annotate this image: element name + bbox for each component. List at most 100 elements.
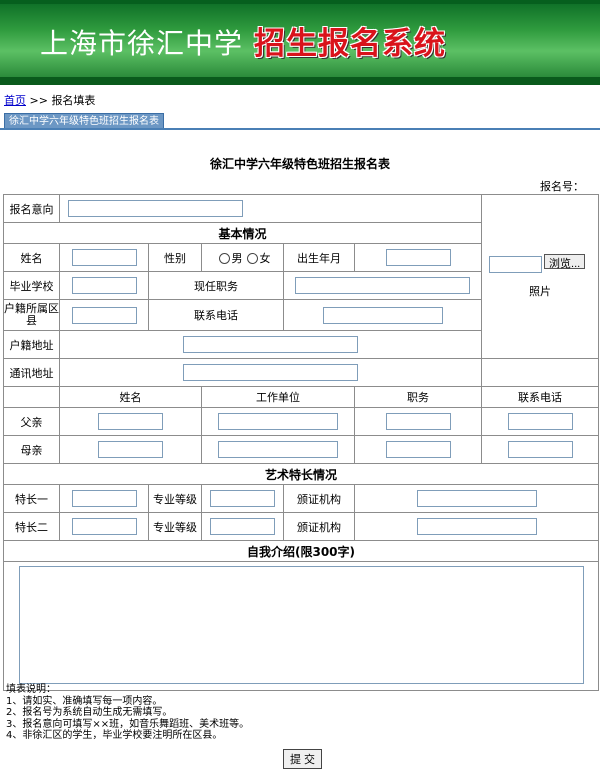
browse-button[interactable]: 浏览... bbox=[544, 254, 586, 270]
father-name-input[interactable] bbox=[98, 413, 163, 430]
school-label: 毕业学校 bbox=[3, 271, 60, 300]
breadcrumb-home-link[interactable]: 首页 bbox=[4, 94, 26, 107]
cert1-input[interactable] bbox=[416, 490, 537, 507]
level2-cell bbox=[201, 512, 284, 541]
mother-label: 母亲 bbox=[3, 435, 60, 464]
mailing-address-input[interactable] bbox=[183, 364, 358, 381]
address-cell bbox=[58, 330, 483, 359]
cert1-label: 颁证机构 bbox=[283, 484, 355, 513]
art-specialty-heading: 艺术特长情况 bbox=[2, 463, 600, 485]
district-cell bbox=[59, 299, 149, 331]
breadcrumb: 首页 >> 报名填表 bbox=[4, 92, 95, 108]
phone-cell bbox=[282, 299, 483, 331]
mother-work-cell bbox=[201, 435, 355, 464]
district-input[interactable] bbox=[71, 306, 137, 324]
breadcrumb-separator: >> bbox=[29, 94, 48, 107]
specialty2-cell bbox=[59, 512, 149, 541]
self-intro-heading: 自我介绍(限300字) bbox=[2, 540, 600, 562]
father-work-cell bbox=[201, 407, 355, 436]
specialty2-input[interactable] bbox=[71, 518, 137, 535]
student-name-input[interactable] bbox=[71, 249, 137, 266]
cert2-input[interactable] bbox=[416, 518, 537, 535]
name-label: 姓名 bbox=[3, 243, 60, 272]
gender-cell: 男女 bbox=[201, 243, 284, 272]
mother-work-input[interactable] bbox=[218, 441, 338, 458]
father-work-input[interactable] bbox=[218, 413, 338, 430]
photo-cell: 浏览... 照片 bbox=[481, 194, 600, 359]
submit-button[interactable]: 提 交 bbox=[283, 749, 323, 769]
gender-female-label: 女 bbox=[259, 251, 271, 265]
family-header-title: 职务 bbox=[353, 386, 483, 408]
specialty1-input[interactable] bbox=[71, 490, 137, 507]
birth-label: 出生年月 bbox=[283, 243, 355, 272]
school-cell bbox=[59, 271, 149, 300]
cert1-cell bbox=[353, 484, 600, 513]
intent-cell bbox=[58, 194, 483, 223]
level2-label: 专业等级 bbox=[148, 512, 202, 541]
school-name: 上海市徐汇中学 bbox=[40, 27, 244, 60]
mail-cell bbox=[58, 358, 483, 387]
banner-top-bar bbox=[0, 0, 600, 4]
registration-form-table: 报名意向 浏览... 照片 基本情况 姓名 性别 男女 出生年月 毕业学校 现任… bbox=[2, 194, 600, 691]
graduate-school-input[interactable] bbox=[71, 277, 137, 294]
self-intro-textarea[interactable] bbox=[18, 565, 584, 684]
note-item: 3、报名意向可填写××班，如音乐舞蹈班、美术班等。 bbox=[6, 718, 250, 730]
gender-male-radio[interactable] bbox=[218, 253, 230, 264]
father-label: 父亲 bbox=[3, 407, 60, 436]
mother-phone-cell bbox=[481, 435, 600, 464]
form-title: 徐汇中学六年级特色班招生报名表 bbox=[209, 157, 390, 171]
specialty1-label: 特长一 bbox=[3, 484, 60, 513]
family-header-work: 工作单位 bbox=[201, 386, 355, 408]
gender-female-radio[interactable] bbox=[246, 253, 258, 264]
note-item: 2、报名号为系统自动生成无需填写。 bbox=[6, 707, 173, 718]
father-phone-cell bbox=[481, 407, 600, 436]
address-label: 户籍地址 bbox=[3, 330, 60, 359]
specialty2-label: 特长二 bbox=[3, 512, 60, 541]
gender-male-label: 男 bbox=[231, 251, 243, 265]
note-item: 1、请如实、准确填写每一项内容。 bbox=[6, 695, 163, 707]
level1-input[interactable] bbox=[210, 490, 275, 507]
mother-name-input[interactable] bbox=[98, 441, 163, 458]
mail-label: 通讯地址 bbox=[3, 358, 60, 387]
registration-number-label: 报名号： bbox=[540, 180, 584, 193]
cert2-cell bbox=[353, 512, 600, 541]
current-position-input[interactable] bbox=[295, 277, 470, 294]
contact-phone-input[interactable] bbox=[322, 306, 443, 324]
position-cell bbox=[282, 271, 483, 300]
photo-file-input[interactable] bbox=[489, 255, 543, 273]
household-address-input[interactable] bbox=[183, 336, 358, 353]
intent-input[interactable] bbox=[68, 200, 243, 217]
birth-date-input[interactable] bbox=[385, 249, 451, 266]
mother-title-input[interactable] bbox=[385, 441, 451, 458]
position-label: 现任职务 bbox=[148, 271, 284, 300]
basic-info-heading: 基本情况 bbox=[2, 222, 483, 244]
header-banner: 上海市徐汇中学 招生报名系统 bbox=[0, 0, 600, 85]
intent-label: 报名意向 bbox=[3, 194, 60, 223]
family-header-name: 姓名 bbox=[59, 386, 202, 408]
notes-title: 填表说明： bbox=[6, 684, 56, 695]
photo-label: 照片 bbox=[529, 284, 552, 298]
empty-cell bbox=[481, 358, 600, 387]
banner-bottom-bar bbox=[0, 77, 600, 85]
form-notes: 填表说明： 1、请如实、准确填写每一项内容。 2、报名号为系统自动生成无需填写。… bbox=[6, 684, 249, 742]
father-title-input[interactable] bbox=[385, 413, 451, 430]
system-name: 招生报名系统 bbox=[254, 26, 446, 62]
mother-title-cell bbox=[353, 435, 483, 464]
level1-cell bbox=[201, 484, 284, 513]
name-cell bbox=[59, 243, 149, 272]
level2-input[interactable] bbox=[210, 518, 275, 535]
mother-phone-input[interactable] bbox=[507, 441, 573, 458]
father-title-cell bbox=[353, 407, 483, 436]
father-name-cell bbox=[59, 407, 202, 436]
specialty1-cell bbox=[59, 484, 149, 513]
father-phone-input[interactable] bbox=[507, 413, 573, 430]
cert2-label: 颁证机构 bbox=[283, 512, 355, 541]
mother-name-cell bbox=[59, 435, 202, 464]
gender-label: 性别 bbox=[148, 243, 202, 272]
level1-label: 专业等级 bbox=[148, 484, 202, 513]
note-item: 4、非徐汇区的学生，毕业学校要注明所在区县。 bbox=[6, 730, 223, 741]
district-label: 户籍所属区县 bbox=[3, 299, 60, 331]
tab-divider bbox=[0, 128, 600, 130]
family-header-phone: 联系电话 bbox=[481, 386, 600, 408]
phone-label: 联系电话 bbox=[148, 299, 284, 331]
